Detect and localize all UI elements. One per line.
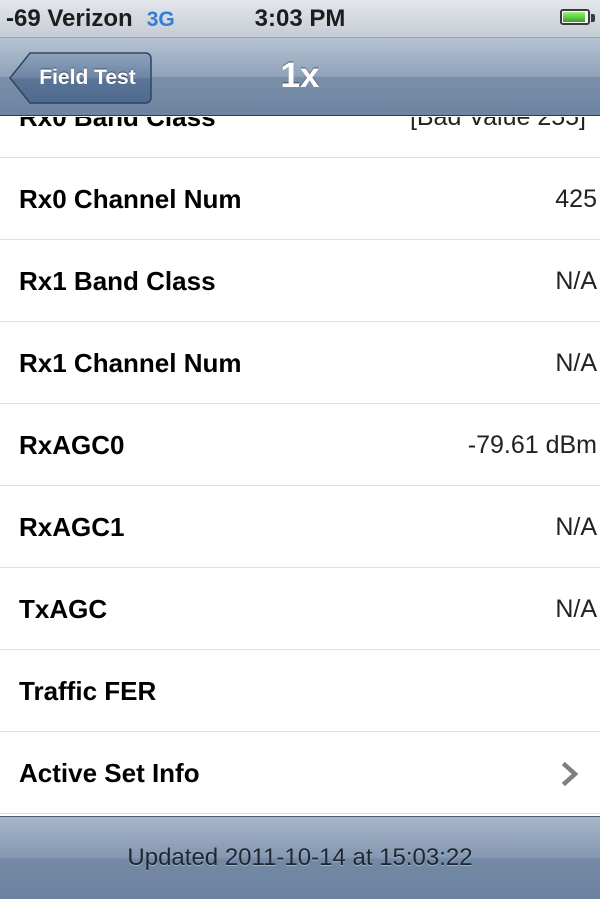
list-item[interactable]: RxAGC1 N/A <box>0 486 600 568</box>
navigation-bar: Field Test 1x <box>0 38 600 116</box>
list-item[interactable]: Rx1 Band Class N/A <box>0 240 600 322</box>
row-label: Active Set Info <box>19 758 200 788</box>
row-value: N/A <box>555 513 597 541</box>
status-bar: -69 Verizon 3G 3:03 PM <box>0 0 600 38</box>
battery-tip <box>591 14 595 22</box>
page-title: 1x <box>280 56 320 95</box>
status-time: 3:03 PM <box>254 5 346 32</box>
list-item[interactable]: Rx1 Channel Num N/A <box>0 322 600 404</box>
list-item[interactable]: Rx0 Band Class [Bad Value 255] <box>0 117 600 158</box>
list-item[interactable]: Rx0 Channel Num 425 <box>0 158 600 240</box>
row-label: TxAGC <box>19 594 108 624</box>
back-button[interactable]: Field Test <box>9 52 152 104</box>
row-label: Rx1 Band Class <box>19 266 216 296</box>
list-item[interactable]: RxAGC0 -79.61 dBm <box>0 404 600 486</box>
row-label: RxAGC1 <box>19 512 125 542</box>
battery-level <box>563 12 585 22</box>
row-value: N/A <box>555 349 597 377</box>
row-value: -79.61 dBm <box>467 431 597 459</box>
last-updated-label: Updated 2011-10-14 at 15:03:22 <box>127 844 473 871</box>
row-label: Traffic FER <box>19 676 157 706</box>
active-set-info-row[interactable]: Active Set Info <box>0 732 600 814</box>
list-item[interactable]: TxAGC N/A <box>0 568 600 650</box>
row-label: Rx1 Channel Num <box>19 348 242 378</box>
field-test-list[interactable]: Rx0 Band Class [Bad Value 255] Rx0 Chann… <box>0 117 600 816</box>
list-item[interactable]: Traffic FER <box>0 650 600 732</box>
row-value: N/A <box>555 267 597 295</box>
chevron-right-icon <box>561 762 579 786</box>
row-label: Rx0 Band Class <box>19 117 216 132</box>
back-button-label: Field Test <box>39 66 136 89</box>
row-label: RxAGC0 <box>19 430 125 460</box>
row-value: N/A <box>555 595 597 623</box>
row-label: Rx0 Channel Num <box>19 184 242 214</box>
row-value: [Bad Value 255] <box>409 117 586 131</box>
bottom-toolbar: Updated 2011-10-14 at 15:03:22 <box>0 816 600 899</box>
battery-icon <box>560 9 590 25</box>
row-value: 425 <box>555 185 597 213</box>
